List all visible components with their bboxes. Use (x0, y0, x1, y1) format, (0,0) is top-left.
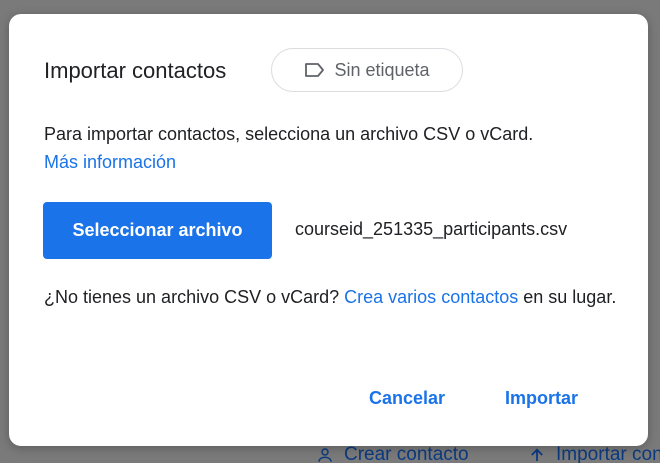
create-multiple-contacts-link[interactable]: Crea varios contactos (344, 287, 518, 307)
dialog-title: Importar contactos (44, 58, 227, 83)
label-chip[interactable]: Sin etiqueta (271, 48, 463, 92)
description-text: Para importar contactos, selecciona un a… (44, 124, 534, 144)
label-icon (305, 63, 325, 77)
create-contact-action[interactable]: Crear contacto (316, 444, 469, 463)
alternative-text: ¿No tienes un archivo CSV o vCard? Crea … (44, 283, 624, 311)
import-contacts-dialog: Importar contactos Sin etiqueta Para imp… (9, 14, 648, 446)
person-icon (318, 448, 332, 462)
dialog-description: Para importar contactos, selecciona un a… (44, 120, 624, 176)
label-chip-text: Sin etiqueta (334, 59, 430, 80)
import-button[interactable]: Importar (495, 378, 588, 418)
alternative-prefix: ¿No tienes un archivo CSV o vCard? (44, 287, 340, 307)
import-contacts-action[interactable]: Importar contactos (528, 444, 660, 463)
select-file-button[interactable]: Seleccionar archivo (43, 202, 272, 259)
background-actions: Crear contacto Importar contactos (316, 444, 660, 463)
import-contacts-label: Importar contactos (556, 444, 660, 463)
upload-icon (531, 448, 543, 461)
selected-file-name: courseid_251335_participants.csv (295, 219, 568, 239)
create-contact-label: Crear contacto (344, 444, 469, 463)
cancel-button[interactable]: Cancelar (359, 378, 455, 418)
more-info-link[interactable]: Más información (44, 152, 176, 172)
alternative-suffix: en su lugar. (523, 287, 617, 307)
